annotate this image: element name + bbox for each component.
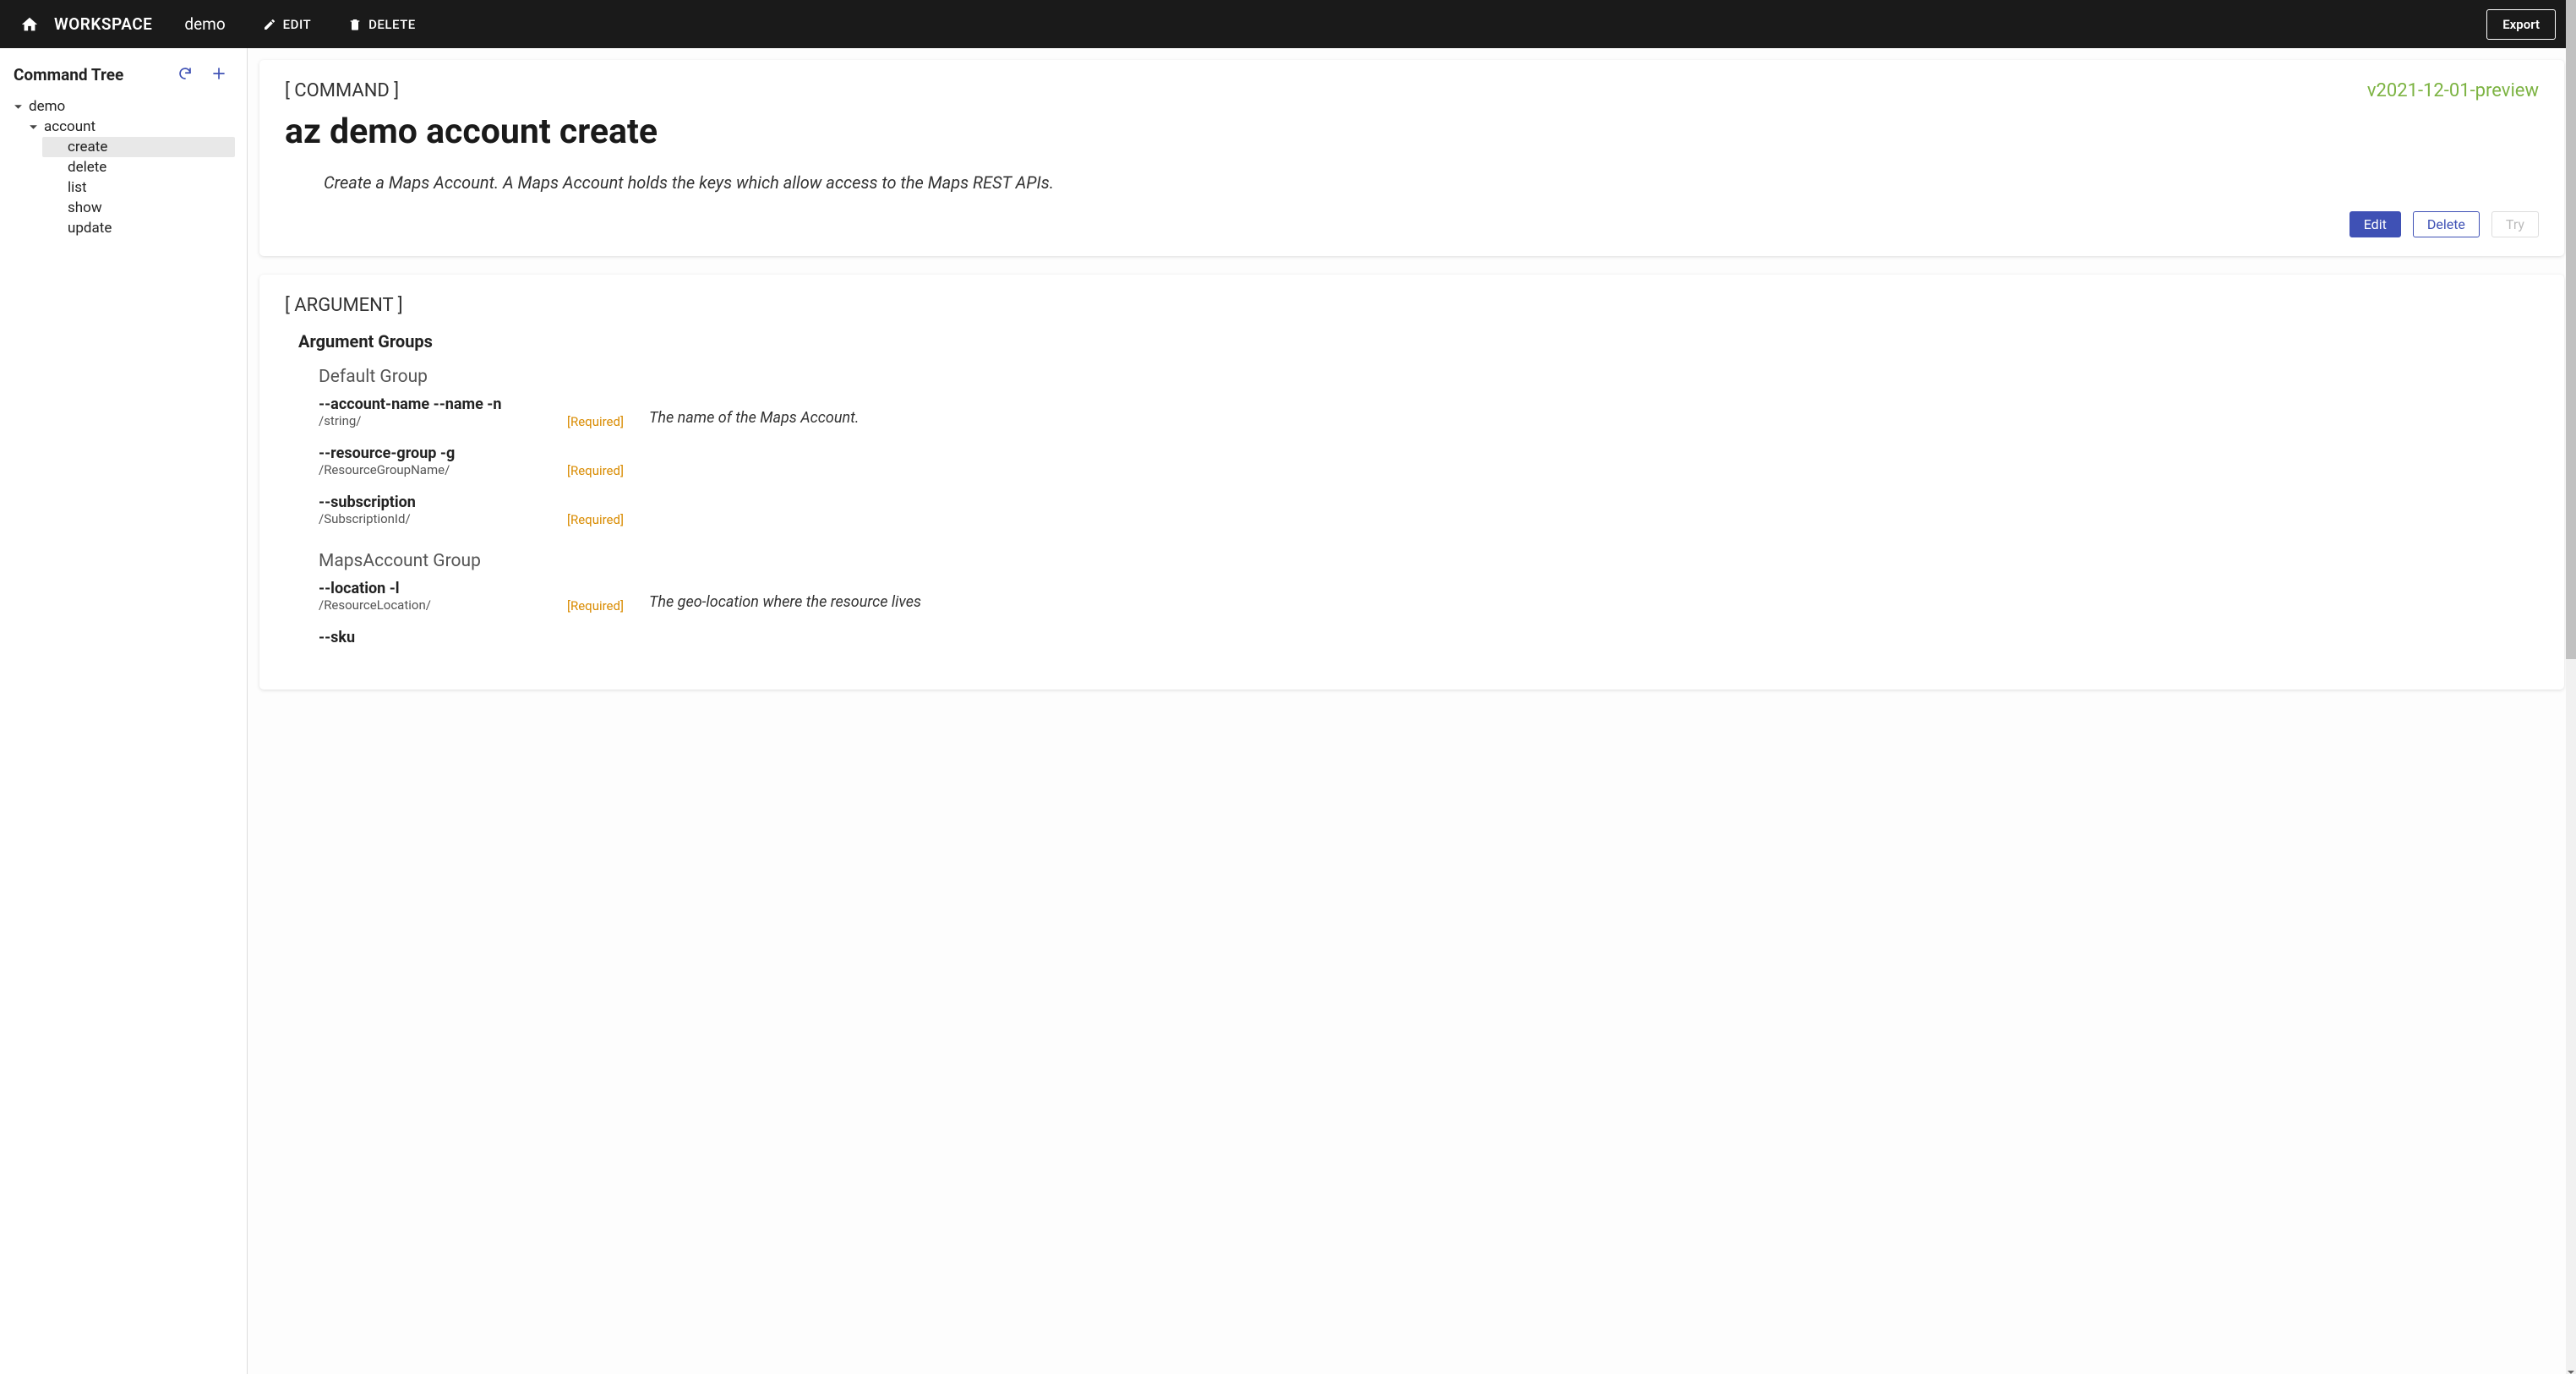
arg-name: --sku <box>319 629 564 646</box>
argument-card: [ ARGUMENT ] Argument Groups Default Gro… <box>259 275 2564 690</box>
plus-icon[interactable] <box>211 66 226 85</box>
arg-type: /string/ <box>319 413 564 428</box>
topbar-left: WORKSPACE demo EDIT DELETE <box>20 14 416 34</box>
argument-section-label: [ ARGUMENT ] <box>285 295 2539 316</box>
sidebar: Command Tree demo account created <box>0 48 248 1374</box>
command-edit-button[interactable]: Edit <box>2350 211 2401 237</box>
command-tree: demo account createdeletelistshowupdate <box>12 96 235 238</box>
trash-icon <box>348 18 362 31</box>
arg-row[interactable]: --resource-group -g/ResourceGroupName/[R… <box>319 444 2539 478</box>
edit-button[interactable]: EDIT <box>263 17 311 32</box>
workspace-label[interactable]: WORKSPACE <box>54 14 152 34</box>
arg-name: --resource-group -g <box>319 444 564 462</box>
tree-leaf-update[interactable]: update <box>42 218 235 238</box>
required-badge: [Required] <box>567 493 624 527</box>
delete-label: DELETE <box>368 17 416 32</box>
tree-group-label: account <box>44 118 96 135</box>
required-badge: [Required] <box>567 395 624 429</box>
command-section-label: [ COMMAND ] <box>285 80 399 101</box>
version-tag: v2021-12-01-preview <box>2367 80 2539 101</box>
command-actions: Edit Delete Try <box>285 211 2539 237</box>
command-card-header: [ COMMAND ] v2021-12-01-preview <box>285 80 2539 101</box>
required-badge: [Required] <box>567 444 624 478</box>
arg-description: The name of the Maps Account. <box>649 395 859 427</box>
content: [ COMMAND ] v2021-12-01-preview az demo … <box>248 48 2576 1374</box>
arg-name: --account-name --name -n <box>319 395 564 413</box>
tree-leaf-list[interactable]: list <box>42 177 235 198</box>
command-delete-button[interactable]: Delete <box>2413 211 2480 237</box>
delete-button[interactable]: DELETE <box>348 17 416 32</box>
export-button[interactable]: Export <box>2486 9 2556 40</box>
chevron-down-icon <box>14 102 24 112</box>
chevron-down-icon <box>29 123 39 132</box>
pencil-icon <box>263 18 276 31</box>
topbar: WORKSPACE demo EDIT DELETE Export <box>0 0 2576 48</box>
main: Command Tree demo account created <box>0 48 2576 1374</box>
tree-root-label: demo <box>29 98 65 115</box>
arg-name: --subscription <box>319 493 564 511</box>
tree-node-group[interactable]: account <box>27 117 235 137</box>
arg-row[interactable]: --subscription/SubscriptionId/[Required] <box>319 493 2539 527</box>
scroll-down-icon[interactable] <box>2567 1364 2575 1372</box>
tree-node-root[interactable]: demo <box>12 96 235 117</box>
home-icon[interactable] <box>20 15 39 34</box>
arg-group: MapsAccount Group --location -l/ResourceL… <box>319 551 2539 647</box>
edit-label: EDIT <box>283 17 311 32</box>
workspace-name: demo <box>184 14 225 34</box>
arg-type: /ResourceLocation/ <box>319 597 564 613</box>
argument-groups-title: Argument Groups <box>298 331 2539 352</box>
tree-leaf-show[interactable]: show <box>42 198 235 218</box>
command-try-button: Try <box>2491 211 2539 237</box>
arg-name: --location -l <box>319 580 564 597</box>
arg-type: /ResourceGroupName/ <box>319 462 564 477</box>
sidebar-actions <box>177 66 226 85</box>
arg-row[interactable]: --location -l/ResourceLocation/[Required… <box>319 580 2539 613</box>
sidebar-title: Command Tree <box>14 65 123 85</box>
scrollbar-thumb[interactable] <box>2566 0 2576 659</box>
tree-leaf-delete[interactable]: delete <box>42 157 235 177</box>
topbar-right: Export <box>2486 9 2556 40</box>
required-badge: [Required] <box>567 580 624 613</box>
arg-group: Default Group --account-name --name -n/st… <box>319 367 2539 527</box>
arg-group-name: Default Group <box>319 367 2539 387</box>
arg-row[interactable]: --sku <box>319 629 2539 647</box>
refresh-icon[interactable] <box>177 66 193 85</box>
arg-group-name: MapsAccount Group <box>319 551 2539 571</box>
scrollbar[interactable] <box>2566 0 2576 1374</box>
arg-description: The geo-location where the resource live… <box>649 580 921 611</box>
tree-leaf-create[interactable]: create <box>42 137 235 157</box>
sidebar-header: Command Tree <box>12 65 235 85</box>
command-title: az demo account create <box>285 112 2539 152</box>
arg-type: /SubscriptionId/ <box>319 511 564 526</box>
arg-row[interactable]: --account-name --name -n/string/[Require… <box>319 395 2539 429</box>
command-description: Create a Maps Account. A Maps Account ho… <box>324 172 2539 193</box>
command-card: [ COMMAND ] v2021-12-01-preview az demo … <box>259 60 2564 256</box>
